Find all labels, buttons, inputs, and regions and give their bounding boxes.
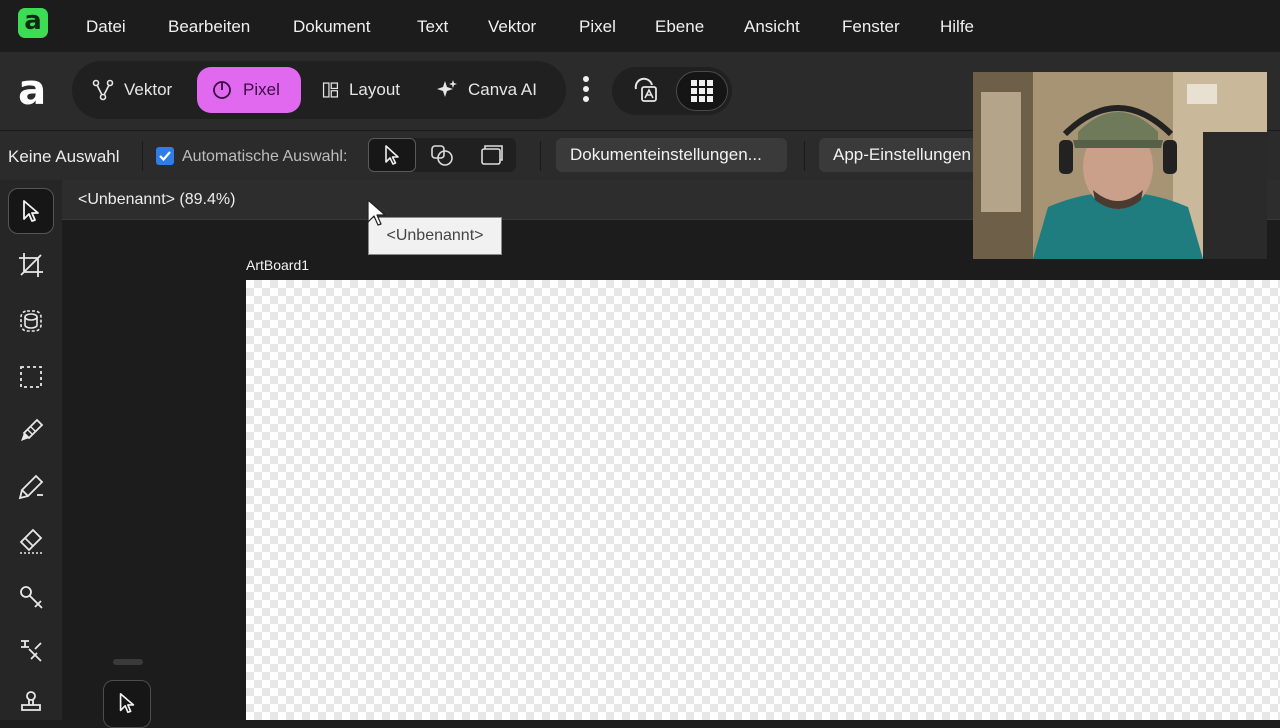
dodge-icon [20,586,43,609]
selection-brush-icon [20,310,42,332]
auto-select-label: Automatische Auswahl: [182,148,348,165]
clone-stamp-icon [21,691,41,711]
auto-select-checkbox[interactable] [156,147,174,165]
crop-tool-button[interactable] [8,242,54,288]
document-tab[interactable]: <Unbenannt> (89.4%) [78,191,235,209]
checkmark-icon [159,151,171,162]
text-ai-icon [634,77,657,102]
dodge-tool-button[interactable] [8,574,54,620]
more-options-icon[interactable] [578,74,594,108]
sparkle-icon [437,80,457,97]
view-mode-group [612,67,732,115]
marquee-tool-button[interactable] [8,354,54,400]
move-tool-icon [23,200,39,222]
menu-bearbeiten[interactable]: Bearbeiten [168,17,250,37]
selection-status: Keine Auswahl [8,147,120,166]
vector-node-icon [92,79,114,101]
artboard-label[interactable]: ArtBoard1 [246,257,309,273]
app-logo-icon[interactable]: a [18,8,48,38]
move-tool-button[interactable] [8,188,54,234]
clone-stamp-tool-button[interactable] [8,680,54,726]
paint-brush-icon [21,418,44,441]
pencil-tool-button[interactable] [8,464,54,510]
select-mode-overlap-button[interactable] [468,138,516,172]
menu-dokument[interactable]: Dokument [293,17,370,37]
menu-ansicht[interactable]: Ansicht [744,17,800,37]
eraser-tool-button[interactable] [8,518,54,564]
persona-canva-ai-button[interactable]: Canva AI [422,67,558,113]
intersect-shapes-icon [431,145,453,166]
burn-tool-button[interactable] [8,628,54,674]
mouse-cursor-icon [367,199,386,226]
floating-panel-handle[interactable] [113,659,143,665]
persona-pixel-button[interactable]: Pixel [197,67,301,113]
select-mode-pointer-button[interactable] [368,138,416,172]
pointer-icon [385,145,399,165]
pencil-icon [18,474,44,500]
presenter-video-image [973,72,1267,259]
overlap-rectangles-icon [481,145,503,165]
burn-icon [21,640,42,662]
app-settings-button[interactable]: App-Einstellungen [819,138,989,172]
grid-view-button[interactable] [676,71,728,111]
menu-pixel[interactable]: Pixel [579,17,616,37]
marquee-icon [20,366,42,388]
menu-fenster[interactable]: Fenster [842,17,900,37]
persona-layout-label: Layout [348,80,400,99]
persona-pixel-label: Pixel [243,80,280,99]
document-tooltip: <Unbenannt> [368,217,502,255]
persona-switcher: Vektor Pixel Layout Canva AI [72,61,566,119]
menu-bar: a Datei Bearbeiten Dokument Text Vektor … [0,0,1280,52]
grid-icon [691,80,713,102]
selection-brush-tool-button[interactable] [8,298,54,344]
pixel-persona-icon [213,81,231,99]
menu-text[interactable]: Text [417,17,448,37]
eraser-icon [19,528,43,554]
paint-brush-tool-button[interactable] [8,408,54,454]
persona-vektor-button[interactable]: Vektor [78,67,188,113]
divider [804,141,805,171]
menu-ebene[interactable]: Ebene [655,17,704,37]
crop-tool-icon [19,253,43,277]
canvas-area[interactable]: ArtBoard1 [62,220,1280,728]
menu-hilfe[interactable]: Hilfe [940,17,974,37]
divider [142,141,143,171]
document-settings-button[interactable]: Dokumenteinstellungen... [556,138,787,172]
selection-mode-group [368,138,516,172]
persona-canva-ai-label: Canva AI [468,80,537,99]
pointer-icon [119,693,135,714]
menu-vektor[interactable]: Vektor [488,17,536,37]
layout-icon [322,82,339,98]
persona-vektor-label: Vektor [124,80,173,99]
ai-text-button[interactable] [620,71,672,111]
persona-layout-button[interactable]: Layout [308,67,414,113]
select-mode-intersect-button[interactable] [418,138,466,172]
affinity-logo-icon: a [18,65,47,114]
webcam-overlay [973,72,1267,259]
floating-move-tool-button[interactable] [103,680,151,728]
tools-panel [0,180,62,720]
menu-datei[interactable]: Datei [86,17,126,37]
artboard-canvas[interactable] [246,280,1280,720]
divider [540,141,541,171]
